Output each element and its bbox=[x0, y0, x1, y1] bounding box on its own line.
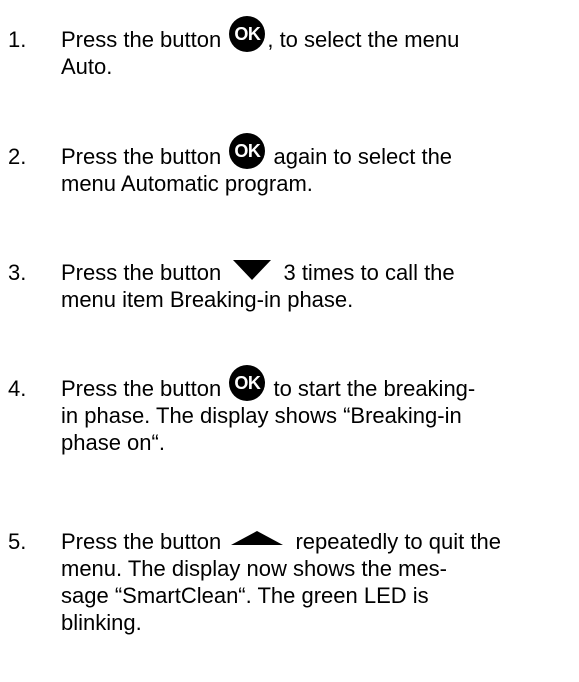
step-text: Press the button repeatedly to quit the … bbox=[61, 528, 561, 636]
ok-button-icon: OK bbox=[229, 16, 266, 53]
step-line: in phase. The display shows “Breaking-in bbox=[61, 403, 462, 428]
instruction-page: 1. Press the button OK, to select the me… bbox=[0, 0, 579, 682]
down-arrow-icon bbox=[233, 260, 272, 281]
step-text-after-icon: , to select the menu bbox=[267, 27, 460, 52]
step-line: phase on“. bbox=[61, 430, 165, 455]
step-text-before-icon: Press the button bbox=[61, 260, 222, 285]
step-line: menu Automatic program. bbox=[61, 171, 313, 196]
step-number: 4. bbox=[8, 376, 27, 401]
step-text-before-icon: Press the button bbox=[61, 376, 222, 401]
step-line: Press the button repeatedly to quit the bbox=[61, 528, 561, 555]
step-line: Press the button 3 times to call the bbox=[61, 259, 561, 286]
ok-button-icon: OK bbox=[229, 365, 266, 402]
step-text-after-icon: 3 times to call the bbox=[283, 260, 455, 285]
step-number: 5. bbox=[8, 529, 27, 554]
up-arrow-icon bbox=[231, 531, 284, 546]
step-line: Press the button OK again to select the bbox=[61, 133, 561, 170]
step-text: Press the button OK again to select the … bbox=[61, 133, 561, 197]
step-text-before-icon: Press the button bbox=[61, 144, 222, 169]
step-line: Auto. bbox=[61, 54, 113, 79]
step-line: blinking. bbox=[61, 610, 142, 635]
ok-button-icon: OK bbox=[229, 133, 266, 170]
step-number: 1. bbox=[8, 27, 27, 52]
step-text-after-icon: repeatedly to quit the bbox=[295, 529, 501, 554]
step-text-after-icon: again to select the bbox=[273, 144, 453, 169]
step-text: Press the button OK, to select the menu … bbox=[61, 16, 561, 80]
step-line: Press the button OK, to select the menu bbox=[61, 16, 561, 53]
step-text: Press the button 3 times to call the men… bbox=[61, 259, 561, 313]
step-text-before-icon: Press the button bbox=[61, 27, 222, 52]
step-text-before-icon: Press the button bbox=[61, 529, 222, 554]
step-line: sage “SmartClean“. The green LED is bbox=[61, 583, 429, 608]
step-line: Press the button OK to start the breakin… bbox=[61, 365, 561, 402]
step-line: menu item Breaking-in phase. bbox=[61, 287, 354, 312]
step-number: 3. bbox=[8, 260, 27, 285]
step-text: Press the button OK to start the breakin… bbox=[61, 365, 561, 456]
step-line: menu. The display now shows the mes- bbox=[61, 556, 447, 581]
step-number: 2. bbox=[8, 144, 27, 169]
step-text-after-icon: to start the breaking- bbox=[273, 376, 476, 401]
